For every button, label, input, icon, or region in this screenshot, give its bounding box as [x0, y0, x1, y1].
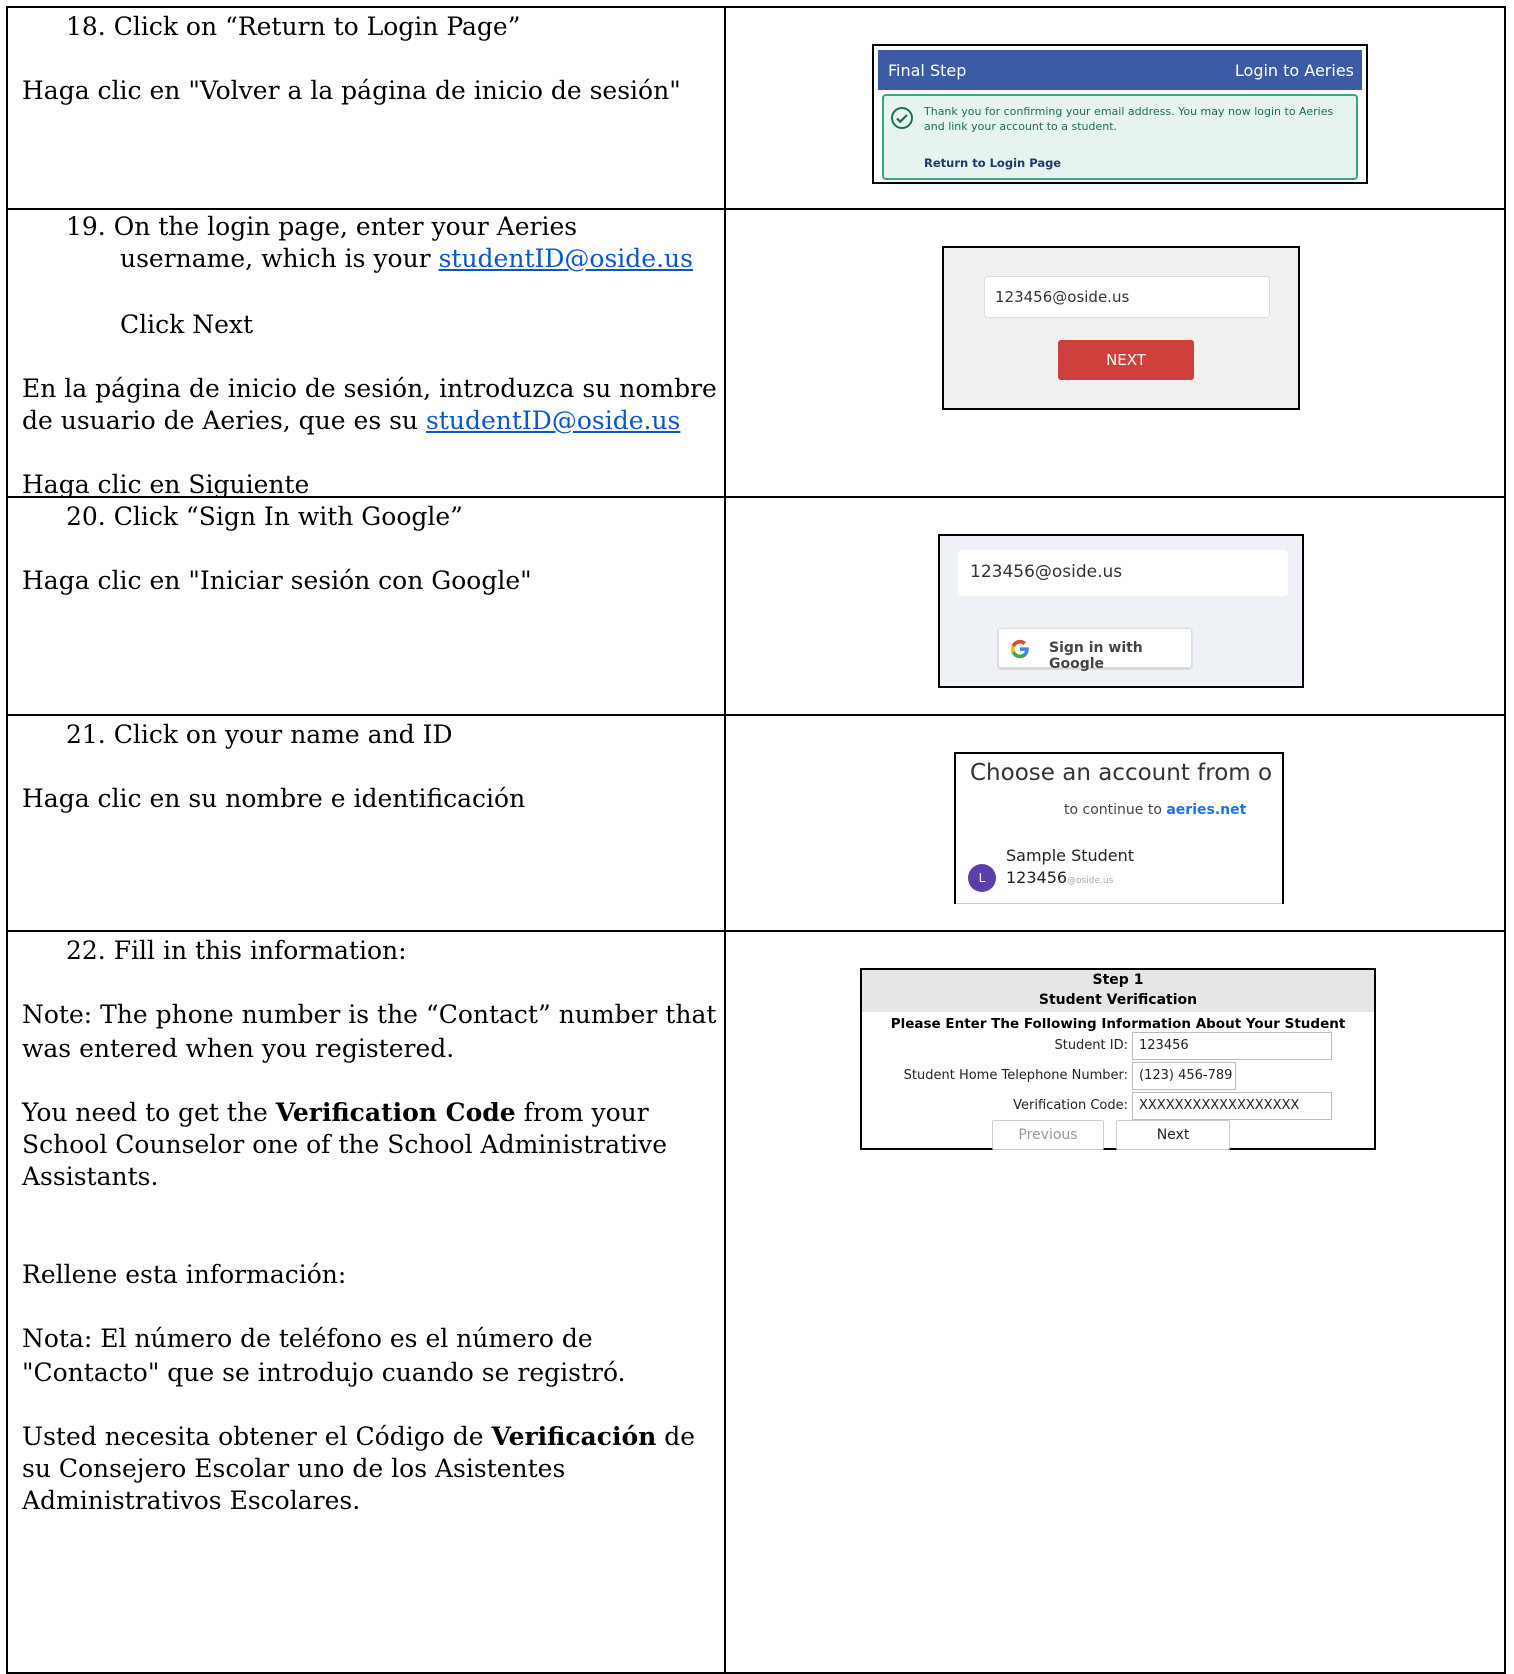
- login-to-aeries-link[interactable]: Login to Aeries: [1235, 61, 1354, 80]
- step-19-spanish-click: Haga clic en Siguiente: [22, 470, 310, 496]
- verification-code-input[interactable]: XXXXXXXXXXXXXXXXXX: [1132, 1092, 1332, 1120]
- step-22-note-line2: was entered when you registered.: [22, 1034, 455, 1063]
- login-screenshot: 123456@oside.us NEXT: [942, 246, 1300, 410]
- next-button[interactable]: Next: [1116, 1120, 1230, 1150]
- choose-account-title: Choose an account from o: [970, 760, 1273, 786]
- step-22-instruction: 22. Fill in this information:: [66, 936, 407, 965]
- step-19-instruction-line1: 19. On the login page, enter your Aeries: [66, 212, 578, 241]
- step-20-text-cell: 20. Click “Sign In with Google” Haga cli…: [8, 498, 724, 714]
- instruction-table: 18. Click on “Return to Login Page” Haga…: [6, 6, 1506, 1674]
- step-22-es-fill: Rellene esta información:: [22, 1260, 347, 1289]
- telephone-input[interactable]: (123) 456-789: [1132, 1062, 1236, 1090]
- verification-header: Step 1 Student Verification: [862, 970, 1374, 1012]
- return-to-login-link[interactable]: Return to Login Page: [924, 156, 1061, 170]
- telephone-label: Student Home Telephone Number:: [903, 1068, 1128, 1083]
- sign-in-with-google-button[interactable]: Sign in with Google: [998, 628, 1192, 672]
- step-19-spanish-line2: de usuario de Aeries, que es su studentI…: [22, 406, 681, 435]
- step-19-text-cell: 19. On the login page, enter your Aeries…: [8, 210, 724, 496]
- choose-account-screenshot: Choose an account from o to continue to …: [954, 752, 1284, 904]
- step-18-image-cell: Final Step Login to Aeries Thank you for…: [726, 8, 1506, 208]
- step-22-image-cell: Step 1 Student Verification Please Enter…: [726, 932, 1506, 1674]
- username-input[interactable]: 123456@oside.us: [958, 550, 1288, 596]
- step-22-es-need-line1: Usted necesita obtener el Código de Veri…: [22, 1422, 696, 1451]
- step-20-spanish: Haga clic en "Iniciar sesión con Google": [22, 566, 532, 595]
- step-22-need-line1: You need to get the Verification Code fr…: [22, 1098, 649, 1127]
- aeries-link[interactable]: aeries.net: [1166, 802, 1246, 818]
- step-21-instruction: 21. Click on your name and ID: [66, 720, 453, 749]
- step-19-image-cell: 123456@oside.us NEXT: [726, 210, 1506, 496]
- previous-button[interactable]: Previous: [992, 1120, 1104, 1150]
- step-22-need-line3: Assistants.: [22, 1162, 159, 1191]
- verification-code-label: Verification Code:: [1013, 1098, 1128, 1113]
- final-step-screenshot: Final Step Login to Aeries Thank you for…: [872, 44, 1368, 184]
- google-g-icon: [1010, 639, 1029, 659]
- student-id-email-link[interactable]: studentID@oside.us: [439, 244, 693, 273]
- step-19-click-next: Click Next: [120, 310, 254, 339]
- step-19-instruction-line2: username, which is your studentID@oside.…: [120, 244, 693, 273]
- account-id[interactable]: 123456@oside.us: [1006, 868, 1113, 887]
- confirmation-message: Thank you for confirming your email addr…: [924, 105, 1334, 133]
- confirmation-box: Thank you for confirming your email addr…: [882, 94, 1358, 180]
- step-21-spanish: Haga clic en su nombre e identificación: [22, 784, 526, 813]
- divider: [956, 903, 1282, 904]
- account-name[interactable]: Sample Student: [1006, 846, 1134, 865]
- verification-heading: Student Verification: [1038, 992, 1198, 1008]
- student-verification-screenshot: Step 1 Student Verification Please Enter…: [860, 968, 1376, 1150]
- step-18-text-cell: 18. Click on “Return to Login Page” Haga…: [8, 8, 724, 208]
- google-signin-screenshot: 123456@oside.us Sign in with Google: [938, 534, 1304, 688]
- check-circle-icon: [891, 107, 913, 129]
- continue-subtitle: to continue to aeries.net: [1064, 802, 1247, 818]
- username-input[interactable]: 123456@oside.us: [984, 276, 1270, 318]
- student-id-label: Student ID:: [1054, 1038, 1128, 1053]
- step-22-es-note-line2: "Contacto" que se introdujo cuando se re…: [22, 1358, 626, 1387]
- step-21-text-cell: 21. Click on your name and ID Haga clic …: [8, 716, 724, 930]
- step-22-es-note-line1: Nota: El número de teléfono es el número…: [22, 1324, 593, 1353]
- step-20-instruction: 20. Click “Sign In with Google”: [66, 502, 463, 531]
- step-22-text-cell: 22. Fill in this information: Note: The …: [8, 932, 724, 1674]
- step-20-image-cell: 123456@oside.us Sign in with Google: [726, 498, 1506, 714]
- step-22-need-line2: School Counselor one of the School Admin…: [22, 1130, 668, 1159]
- step-22-note-line1: Note: The phone number is the “Contact” …: [22, 1000, 717, 1029]
- final-step-header: Final Step Login to Aeries: [878, 50, 1362, 90]
- google-button-label: Sign in with Google: [1049, 640, 1143, 672]
- step-label: Step 1: [1092, 972, 1144, 988]
- step-21-image-cell: Choose an account from o to continue to …: [726, 716, 1506, 930]
- step-22-es-need-line3: Administrativos Escolares.: [22, 1486, 361, 1515]
- next-button[interactable]: NEXT: [1058, 340, 1194, 380]
- avatar[interactable]: L: [968, 864, 996, 892]
- header-title: Final Step: [888, 61, 967, 80]
- step-18-spanish: Haga clic en "Volver a la página de inic…: [22, 76, 681, 105]
- verification-intro: Please Enter The Following Information A…: [890, 1016, 1346, 1032]
- step-18-instruction: 18. Click on “Return to Login Page”: [66, 12, 521, 41]
- step-19-spanish-line1: En la página de inicio de sesión, introd…: [22, 374, 717, 403]
- student-id-email-link-es[interactable]: studentID@oside.us: [426, 406, 680, 435]
- step-22-es-need-line2: su Consejero Escolar uno de los Asistent…: [22, 1454, 566, 1483]
- student-id-input[interactable]: 123456: [1132, 1032, 1332, 1060]
